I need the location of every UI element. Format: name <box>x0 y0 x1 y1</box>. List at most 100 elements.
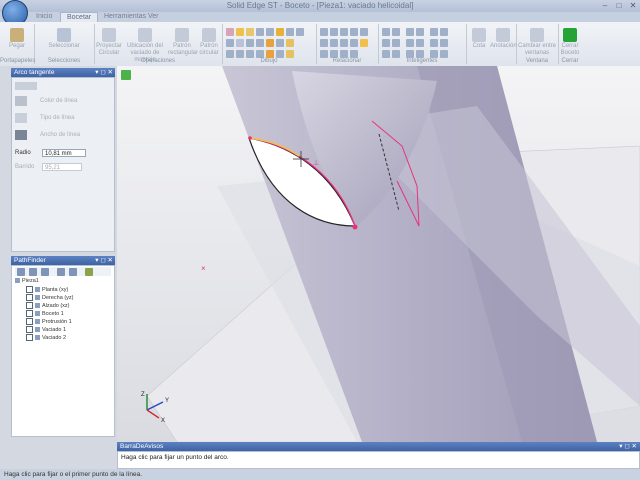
intellisketch-icon-18[interactable] <box>440 50 448 58</box>
view-icon[interactable] <box>69 268 77 276</box>
tree-item-derecha[interactable]: Derecha (yz) <box>26 294 73 301</box>
line-width-icon[interactable] <box>15 130 27 140</box>
rect-pattern-button[interactable]: Patrón rectangular <box>168 28 198 57</box>
tab-inicio[interactable]: Inicio <box>30 12 58 22</box>
group-operaciones: Proyectar Circular Ubicación del vaciado… <box>94 24 223 64</box>
equal-relation-icon[interactable] <box>350 39 358 47</box>
rotate-tool-icon[interactable] <box>276 39 284 47</box>
extend-tool-icon[interactable] <box>256 50 264 58</box>
intellisketch-icon-16[interactable] <box>416 50 424 58</box>
intellisketch-icon-17[interactable] <box>430 50 438 58</box>
circle-tool-icon[interactable] <box>226 50 234 58</box>
fillet-tool-icon[interactable] <box>246 39 254 47</box>
close-sketch-button[interactable]: Cerrar Boceto <box>559 28 581 57</box>
tab-ver[interactable]: Ver <box>142 12 165 22</box>
annotation-button[interactable]: Anotación <box>490 28 517 50</box>
tree-icon[interactable] <box>57 268 65 276</box>
maintain-relation-icon[interactable] <box>350 50 358 58</box>
circ-pattern-button[interactable]: Patrón circular <box>197 28 221 57</box>
view-orientation-icon[interactable] <box>121 70 131 80</box>
symmetric-relation-icon[interactable] <box>360 39 368 47</box>
arc-endpoint[interactable] <box>352 224 358 230</box>
intellisketch-icon-15[interactable] <box>406 50 414 58</box>
filter-icon[interactable] <box>17 268 25 276</box>
fill-tool-icon[interactable] <box>276 28 284 36</box>
offset-tool-icon[interactable] <box>286 28 294 36</box>
concentric-relation-icon[interactable] <box>350 28 358 36</box>
cutout-icon <box>35 335 40 340</box>
tangent-arc-icon[interactable] <box>246 28 254 36</box>
perpendicular-relation-icon[interactable] <box>330 39 338 47</box>
intellisketch-icon-12[interactable] <box>440 39 448 47</box>
style-dropdown[interactable] <box>15 82 37 90</box>
features-icon[interactable] <box>29 268 37 276</box>
curve-tool-icon[interactable] <box>256 28 264 36</box>
intellisketch-icon-2[interactable] <box>392 28 400 36</box>
switch-window-button[interactable]: Cambiar entre ventanas <box>517 28 557 57</box>
chamfer-tool-icon[interactable] <box>256 39 264 47</box>
line-type-icon[interactable] <box>15 113 27 123</box>
horizontal-relation-icon[interactable] <box>320 28 328 36</box>
point-tool-icon[interactable] <box>246 50 254 58</box>
vertical-relation-icon[interactable] <box>330 28 338 36</box>
rectangle-tool-icon[interactable] <box>226 39 234 47</box>
split-tool-icon[interactable] <box>266 50 274 58</box>
stretch-tool-icon[interactable] <box>276 50 284 58</box>
pathfinder-controls[interactable]: ▾ ◻ ✕ <box>95 256 113 265</box>
intellisketch-icon-8[interactable] <box>392 39 400 47</box>
3d-viewport[interactable]: × ⊥ Z X Y <box>117 66 640 442</box>
paste-button[interactable]: Pegar <box>5 28 29 50</box>
arc-startpoint[interactable] <box>248 136 252 140</box>
text-tool-icon[interactable] <box>286 50 294 58</box>
scale-tool-icon[interactable] <box>286 39 294 47</box>
properties-header: Arco tangente ▾ ◻ ✕ <box>11 68 115 77</box>
pathfinder-panel: Pieza1 Planta (xy) Derecha (yz) Alzado (… <box>11 265 115 437</box>
tree-item-planta[interactable]: Planta (xy) <box>26 286 68 293</box>
tree-item-boceto[interactable]: Boceto 1 <box>26 310 64 317</box>
intellisketch-icon-13[interactable] <box>382 50 390 58</box>
tree-item-alzado[interactable]: Alzado (xz) <box>26 302 70 309</box>
intellisketch-icon-6[interactable] <box>440 28 448 36</box>
line-color-icon[interactable] <box>15 96 27 106</box>
tangent-relation-icon[interactable] <box>360 28 368 36</box>
line-tool-icon[interactable] <box>226 28 234 36</box>
mirror-tool-icon[interactable] <box>296 28 304 36</box>
ellipse-tool-icon[interactable] <box>236 50 244 58</box>
connect-relation-icon[interactable] <box>340 28 348 36</box>
intellisketch-icon-11[interactable] <box>430 39 438 47</box>
polygon-tool-icon[interactable] <box>236 39 244 47</box>
sweep-input[interactable]: 95,21 <box>42 163 82 171</box>
options-icon[interactable] <box>85 268 93 276</box>
project-button[interactable]: Proyectar Circular <box>96 28 122 57</box>
tree-item-vaciado1[interactable]: Vaciado 1 <box>26 326 66 333</box>
panel-controls[interactable]: ▾ ◻ ✕ <box>95 68 113 77</box>
tree-item-vaciado2[interactable]: Vaciado 2 <box>26 334 66 341</box>
move-tool-icon[interactable] <box>266 39 274 47</box>
select-button[interactable]: Seleccionar <box>44 28 84 50</box>
intellisketch-icon-5[interactable] <box>430 28 438 36</box>
midpoint-relation-icon[interactable] <box>330 50 338 58</box>
intellisketch-icon-1[interactable] <box>382 28 390 36</box>
collinear-relation-icon[interactable] <box>320 50 328 58</box>
prompt-bar-controls[interactable]: ▾ ◻ ✕ <box>619 442 637 451</box>
close-window-button[interactable]: ✕ <box>626 1 640 10</box>
radius-input[interactable]: 10,81 mm <box>42 149 86 157</box>
rigid-relation-icon[interactable] <box>340 50 348 58</box>
dependencies-icon[interactable] <box>41 268 49 276</box>
lock-relation-icon[interactable] <box>340 39 348 47</box>
intellisketch-icon-9[interactable] <box>406 39 414 47</box>
parallel-relation-icon[interactable] <box>320 39 328 47</box>
maximize-button[interactable]: □ <box>612 1 626 10</box>
radius-label: Radio <box>15 150 31 156</box>
tree-item-protrusion[interactable]: Protrusión 1 <box>26 318 72 325</box>
intellisketch-icon-10[interactable] <box>416 39 424 47</box>
intellisketch-icon-3[interactable] <box>406 28 414 36</box>
tree-root[interactable]: Pieza1 <box>15 278 39 285</box>
intellisketch-icon-14[interactable] <box>392 50 400 58</box>
arc-tool-icon[interactable] <box>236 28 244 36</box>
minimize-button[interactable]: – <box>598 1 612 10</box>
intellisketch-icon-4[interactable] <box>416 28 424 36</box>
dimension-button[interactable]: Cota <box>468 28 490 50</box>
intellisketch-icon-7[interactable] <box>382 39 390 47</box>
trim-tool-icon[interactable] <box>266 28 274 36</box>
